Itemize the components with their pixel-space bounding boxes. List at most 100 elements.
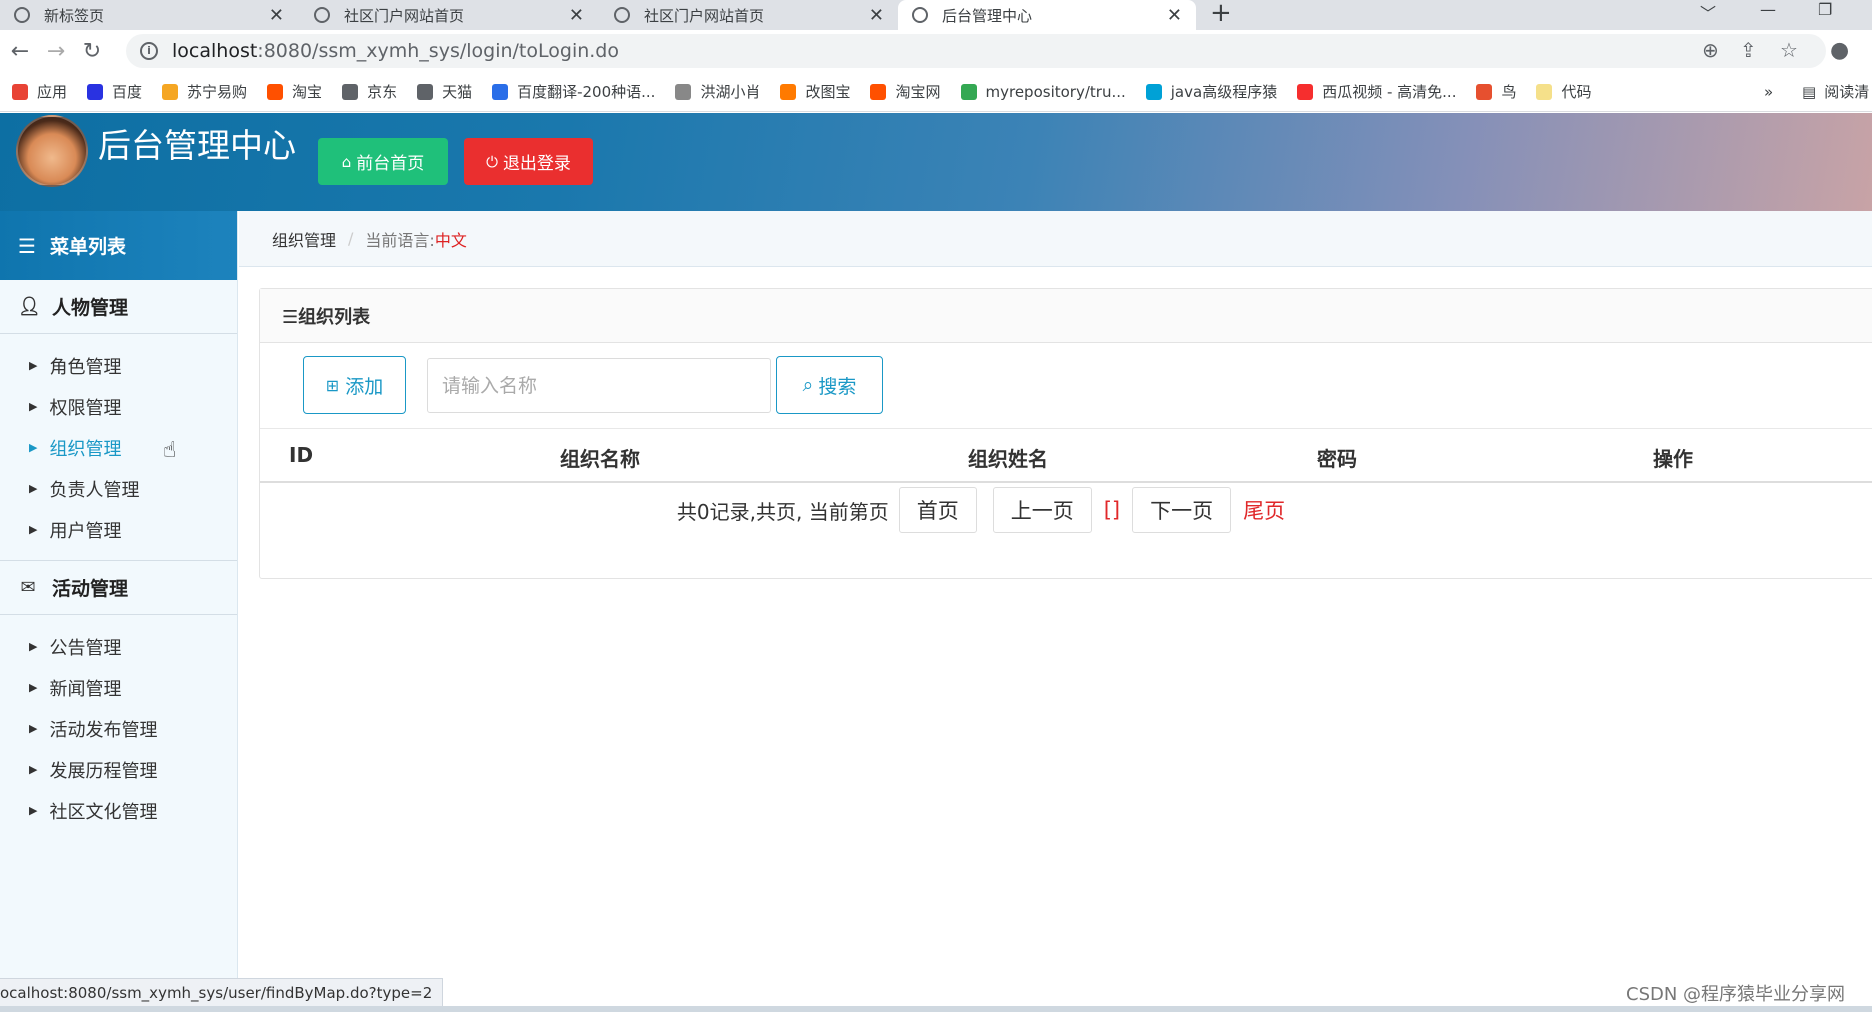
breadcrumb-current[interactable]: 组织管理 xyxy=(272,227,336,251)
url-field[interactable]: i localhost :8080/ssm_xymh_sys/login/toL… xyxy=(126,34,1826,68)
bookmark-item[interactable]: java高级程序猿 xyxy=(1145,81,1277,102)
logout-button[interactable]: ⏻ 退出登录 xyxy=(464,138,593,185)
bookmark-item[interactable]: 西瓜视频 - 高清免... xyxy=(1297,81,1456,102)
reading-list-button[interactable]: ▤ 阅读清 xyxy=(1802,81,1869,102)
table-header: ID 组织名称 组织姓名 密码 操作 xyxy=(260,428,1872,483)
bookmark-item[interactable]: 代码 xyxy=(1536,81,1592,102)
search-input[interactable] xyxy=(427,358,771,413)
browser-tab-active[interactable]: 后台管理中心 ✕ xyxy=(898,0,1196,30)
bookmark-item[interactable]: 百度翻译-200种语... xyxy=(492,81,655,102)
bookmark-label: 天猫 xyxy=(442,83,473,101)
sidebar-group-people[interactable]: 👤︎ 人物管理 xyxy=(0,280,237,334)
restore-icon[interactable]: ❐ xyxy=(1818,0,1832,19)
profile-icon[interactable]: ● xyxy=(1830,38,1849,63)
tab-title: 后台管理中心 xyxy=(942,6,1033,25)
power-icon: ⏻ xyxy=(486,152,498,171)
bookmarks-more-button[interactable]: » xyxy=(1764,83,1773,101)
chevron-down-icon[interactable]: ﹀ xyxy=(1700,0,1716,24)
add-button[interactable]: ⊞ 添加 xyxy=(303,356,406,414)
sidebar-group-label: 人物管理 xyxy=(52,297,129,319)
browser-tab[interactable]: 社区门户网站首页 ✕ xyxy=(300,0,598,30)
pagination: 共0记录,共页, 当前第页 首页 上一页 [] 下一页 尾页 xyxy=(260,485,1872,535)
bookmark-item[interactable]: 苏宁易购 xyxy=(162,81,247,102)
close-icon[interactable]: ✕ xyxy=(1167,5,1182,26)
page-numbers: [] xyxy=(1103,498,1121,522)
sidebar-group-label: 活动管理 xyxy=(52,578,129,600)
app-header: 后台管理中心 ⌂ 前台首页 ⏻ 退出登录 xyxy=(0,113,1872,211)
globe-icon xyxy=(912,7,928,23)
back-icon[interactable]: ← xyxy=(4,39,36,64)
bookmark-label: 改图宝 xyxy=(805,83,851,101)
caret-right-icon: ▶ xyxy=(29,400,38,413)
user-icon: 👤︎ xyxy=(18,296,41,317)
list-icon: ☰ xyxy=(18,233,36,258)
bookmark-label: 淘宝 xyxy=(292,83,323,101)
bookmark-item[interactable]: 百度 xyxy=(87,81,142,102)
forward-icon[interactable]: → xyxy=(40,39,72,64)
sidebar-item-news[interactable]: ▶ 新闻管理 xyxy=(0,667,237,708)
reload-icon[interactable]: ↻ xyxy=(76,39,108,64)
taobao-icon xyxy=(870,83,887,100)
sidebar-item-roles[interactable]: ▶ 角色管理 xyxy=(0,345,237,386)
window-bottom-edge xyxy=(0,1006,1872,1012)
next-page-button[interactable]: 下一页 xyxy=(1132,487,1232,533)
frontend-home-button[interactable]: ⌂ 前台首页 xyxy=(318,138,448,185)
bookmark-item[interactable]: 京东 xyxy=(342,81,397,102)
zoom-icon[interactable]: ⊕ xyxy=(1702,38,1719,62)
sidebar-heading: ☰ 菜单列表 xyxy=(0,211,237,280)
image-edit-icon xyxy=(780,83,797,100)
bookmark-item[interactable]: 鸟 xyxy=(1476,81,1516,102)
add-button-label: 添加 xyxy=(345,375,384,398)
bookmark-item[interactable]: myrepository/tru... xyxy=(960,83,1126,101)
bookmark-item[interactable]: 应用 xyxy=(12,81,67,102)
hand-cursor-icon: ☝ xyxy=(163,438,177,463)
prev-page-button[interactable]: 上一页 xyxy=(992,487,1092,533)
toolbar: ⊞ 添加 ⌕ 搜索 xyxy=(260,343,1872,428)
column-header-actions: 操作 xyxy=(1653,447,1693,471)
browser-tab[interactable]: 新标签页 ✕ xyxy=(0,0,298,30)
sidebar-item-permissions[interactable]: ▶ 权限管理 xyxy=(0,386,237,427)
first-page-button[interactable]: 首页 xyxy=(898,487,977,533)
bookmark-label: 代码 xyxy=(1561,83,1592,101)
last-page-link[interactable]: 尾页 xyxy=(1243,495,1285,525)
sidebar: ☰ 菜单列表 👤︎ 人物管理 ▶ 角色管理 ▶ 权限管理 ▶ 组织管理 ▶ 负责人管理 … xyxy=(0,211,238,986)
sidebar-item-organizations[interactable]: ▶ 组织管理 xyxy=(0,427,237,468)
sidebar-group-activities[interactable]: ✉ 活动管理 xyxy=(0,561,237,615)
bookmark-item[interactable]: 天猫 xyxy=(417,81,472,102)
sidebar-item-managers[interactable]: ▶ 负责人管理 xyxy=(0,468,237,509)
bookmark-item[interactable]: 洪湖小肖 xyxy=(675,81,760,102)
info-icon[interactable]: i xyxy=(140,42,158,60)
translate-icon xyxy=(492,83,509,100)
search-button[interactable]: ⌕ 搜索 xyxy=(776,356,883,414)
column-header-id: ID xyxy=(289,443,314,467)
bookmark-label: 西瓜视频 - 高清免... xyxy=(1322,83,1457,101)
sidebar-item-culture[interactable]: ▶ 社区文化管理 xyxy=(0,790,237,831)
close-icon[interactable]: ✕ xyxy=(569,5,584,26)
bookmark-item[interactable]: 淘宝网 xyxy=(870,81,941,102)
bookmark-label: 应用 xyxy=(37,83,68,101)
paw-icon xyxy=(87,83,104,100)
sidebar-item-notices[interactable]: ▶ 公告管理 xyxy=(0,626,237,667)
caret-right-icon: ▶ xyxy=(29,482,38,495)
caret-right-icon: ▶ xyxy=(29,681,38,694)
language-label: 当前语言: xyxy=(365,230,435,250)
page-title: 后台管理中心 xyxy=(98,126,296,165)
sidebar-item-label: 权限管理 xyxy=(49,397,122,419)
close-icon[interactable]: ✕ xyxy=(869,5,884,26)
new-tab-button[interactable]: + xyxy=(1210,0,1232,28)
star-icon[interactable]: ☆ xyxy=(1780,38,1798,62)
pagination-summary: 共0记录,共页, 当前第页 xyxy=(676,499,889,524)
bookmark-label: 百度 xyxy=(112,83,143,101)
panel-title: ☰组织列表 xyxy=(260,289,1872,343)
suning-icon xyxy=(162,83,179,100)
bookmark-item[interactable]: 改图宝 xyxy=(780,81,850,102)
sidebar-item-users[interactable]: ▶ 用户管理 xyxy=(0,509,237,550)
browser-tab[interactable]: 社区门户网站首页 ✕ xyxy=(600,0,898,30)
bookmark-item[interactable]: 淘宝 xyxy=(267,81,322,102)
sidebar-item-history[interactable]: ▶ 发展历程管理 xyxy=(0,749,237,790)
sidebar-item-activity-publish[interactable]: ▶ 活动发布管理 xyxy=(0,708,237,749)
watermark: CSDN @程序猿毕业分享网 xyxy=(1626,984,1846,1005)
close-icon[interactable]: ✕ xyxy=(269,5,284,26)
share-icon[interactable]: ⇪ xyxy=(1740,38,1757,62)
minimize-icon[interactable]: — xyxy=(1760,0,1776,19)
